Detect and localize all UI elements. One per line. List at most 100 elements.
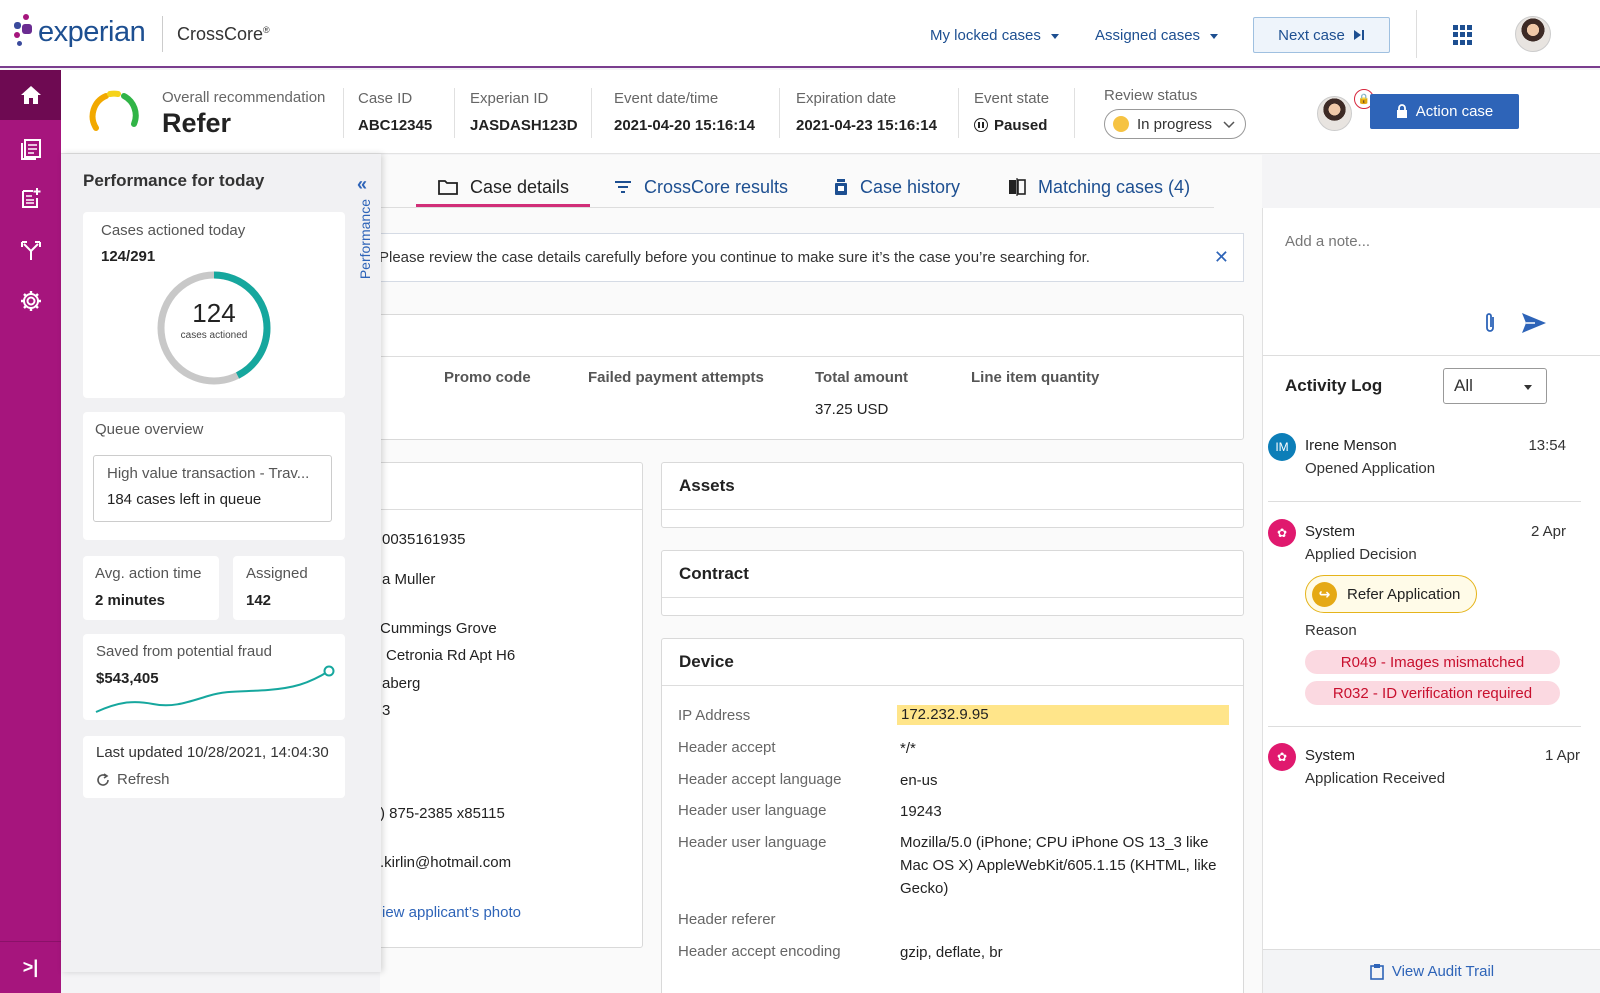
- in-progress-icon: [1113, 116, 1129, 132]
- paperclip-icon[interactable]: [1483, 311, 1497, 335]
- rail-expand[interactable]: >|: [0, 941, 61, 993]
- log-time: 1 Apr: [1544, 747, 1580, 764]
- header-divider: [1074, 88, 1075, 138]
- apps-grid-icon[interactable]: [1453, 25, 1473, 45]
- filter-icon: [615, 181, 631, 193]
- refresh-icon: [97, 772, 109, 786]
- logo-dots-icon: [14, 14, 36, 50]
- header-divider: [343, 88, 344, 138]
- tab-matching-cases[interactable]: Matching cases (4): [1008, 169, 1190, 205]
- saved-fraud-label: Saved from potential fraud: [96, 643, 272, 660]
- experian-id-field: Experian ID JASDASH123D: [470, 90, 578, 134]
- log-entry: ✿ System Applied Decision 2 Apr ↪ Refer …: [1268, 519, 1598, 719]
- device-title: Device: [662, 639, 1243, 686]
- expiration-date-field: Expiration date 2021-04-23 15:16:14: [796, 90, 937, 134]
- applicant-city: aberg: [382, 675, 421, 692]
- user-avatar[interactable]: [1515, 16, 1551, 52]
- cases-actioned-label: Cases actioned today: [101, 222, 246, 239]
- log-entry: IM Irene Menson Opened Application 13:54: [1268, 433, 1598, 503]
- logo-wordmark: experian: [38, 15, 146, 48]
- case-tabs: Case details CrossCore results Case hist…: [380, 155, 1262, 209]
- chevron-down-icon: [1524, 385, 1532, 390]
- rail-add-case[interactable]: [0, 173, 61, 223]
- event-state-field: Event state Paused: [974, 90, 1050, 134]
- last-updated-text: Last updated 10/28/2021, 14:04:30: [96, 744, 329, 761]
- case-details-content: Case details CrossCore results Case hist…: [380, 155, 1262, 993]
- action-case-button[interactable]: Action case: [1370, 94, 1519, 129]
- line-item-quantity-header: Line item quantity: [971, 369, 1100, 386]
- merge-icon: [20, 241, 41, 260]
- activity-filter-select[interactable]: All: [1443, 368, 1547, 404]
- case-header: Overall recommendation Refer Case ID ABC…: [61, 70, 1600, 154]
- fraud-trend-sparkline: [95, 665, 335, 713]
- assigned-cases-menu[interactable]: Assigned cases: [1095, 27, 1219, 44]
- queue-item[interactable]: High value transaction - Trav... 184 cas…: [93, 455, 332, 522]
- system-gear-icon: ✿: [1268, 743, 1296, 771]
- log-actor: Irene Menson: [1305, 437, 1397, 454]
- chevron-down-icon: [1210, 33, 1219, 39]
- my-locked-cases-menu[interactable]: My locked cases: [930, 27, 1059, 44]
- refresh-button[interactable]: Refresh: [96, 771, 170, 788]
- contract-panel[interactable]: Contract: [661, 550, 1244, 616]
- log-action: Applied Decision: [1305, 546, 1417, 563]
- chevron-down-icon: [1223, 121, 1235, 129]
- applicant-phone: ) 875-2385 x85115: [380, 805, 505, 822]
- header-divider: [591, 88, 592, 138]
- overall-recommendation-label: Overall recommendation: [162, 89, 326, 106]
- toolbar-divider: [1416, 10, 1417, 58]
- device-row-label: Header user language: [678, 834, 827, 851]
- log-actor: System: [1305, 523, 1356, 540]
- review-status-select[interactable]: In progress: [1104, 109, 1246, 139]
- send-icon[interactable]: [1521, 312, 1547, 334]
- chevron-down-icon: [1050, 33, 1059, 39]
- tab-case-details[interactable]: Case details: [438, 169, 569, 205]
- assigned-value: 142: [246, 592, 272, 609]
- rail-cases[interactable]: [0, 124, 61, 174]
- experian-logo[interactable]: experian: [14, 14, 146, 50]
- home-icon: [20, 86, 41, 104]
- log-divider: [1268, 726, 1581, 727]
- view-applicant-photo-link[interactable]: iew applicant’s photo: [382, 904, 521, 921]
- add-note-input[interactable]: Add a note...: [1285, 233, 1370, 250]
- performance-tab-label[interactable]: Performance: [357, 199, 373, 279]
- review-status-label: Review status: [1104, 87, 1198, 104]
- device-row-label: Header accept: [678, 739, 776, 756]
- reason-tag: R049 - Images mismatched: [1305, 650, 1560, 674]
- expand-right-icon: >|: [22, 957, 39, 977]
- saved-fraud-card: Saved from potential fraud $543,405: [83, 634, 345, 720]
- collapse-left-icon[interactable]: «: [357, 174, 367, 195]
- close-icon[interactable]: ✕: [1214, 247, 1229, 268]
- applicant-address-2: Cetronia Rd Apt H6: [386, 647, 516, 664]
- event-datetime-field: Event date/time 2021-04-20 15:16:14: [614, 90, 755, 134]
- user-agent-value: Mozilla/5.0 (iPhone; CPU iPhone OS 13_3 …: [900, 834, 1217, 897]
- gear-icon: [20, 291, 41, 311]
- applicant-email: .kirlin@hotmail.com: [380, 854, 512, 871]
- right-sidebar: Add a note... Activity Log All IM Irene …: [1262, 208, 1600, 993]
- device-row-value: en-us: [900, 772, 938, 789]
- log-action: Application Received: [1305, 770, 1446, 787]
- next-case-button[interactable]: Next case: [1253, 17, 1390, 53]
- header-divider: [454, 88, 455, 138]
- assets-panel[interactable]: Assets: [661, 462, 1244, 528]
- rail-settings[interactable]: [0, 276, 61, 326]
- recommendation-gauge-icon: [89, 90, 139, 131]
- pause-icon: [974, 118, 988, 132]
- tab-crosscore-results[interactable]: CrossCore results: [614, 169, 788, 205]
- case-id-field: Case ID ABC12345: [358, 90, 433, 134]
- applicant-id: 0035161935: [382, 531, 466, 548]
- system-gear-icon: ✿: [1268, 519, 1296, 547]
- view-audit-trail-button[interactable]: View Audit Trail: [1263, 949, 1600, 993]
- rail-home[interactable]: [0, 70, 61, 120]
- refer-decision-badge: ↪ Refer Application: [1305, 575, 1477, 613]
- performance-title: Performance for today: [83, 171, 265, 190]
- avg-action-time-value: 2 minutes: [95, 592, 166, 609]
- device-row-label: Header accept language: [678, 771, 842, 788]
- note-divider: [1263, 355, 1600, 356]
- tab-case-history[interactable]: Case history: [834, 169, 960, 205]
- logo-divider: [162, 16, 163, 52]
- refer-arrow-icon: ↪: [1312, 581, 1337, 607]
- avg-action-time-label: Avg. action time: [95, 565, 202, 582]
- queue-overview-card: Queue overview High value transaction - …: [83, 412, 345, 540]
- rail-workflow[interactable]: [0, 226, 61, 276]
- log-entry: ✿ System Application Received 1 Apr: [1268, 743, 1598, 803]
